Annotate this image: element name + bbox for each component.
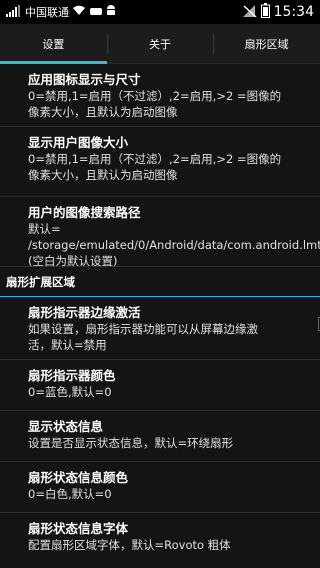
pref-show-status-info[interactable]: 显示状态信息 设置是否显示状态信息，默认=环绕扇形 (0, 411, 320, 462)
signal-icon (6, 4, 20, 20)
pref-title: 扇形指示器颜色 (28, 368, 116, 383)
notification-icon (89, 5, 103, 19)
tab-settings[interactable]: 设置 (0, 24, 107, 64)
tab-pie-area[interactable]: 扇形区域 (213, 24, 320, 63)
pref-edge-activation[interactable]: 扇形指示器边缘激活 如果设置，扇形指示器功能可以从屏幕边缘激活，默认=禁用 (0, 297, 320, 360)
status-bar: 中国联通 15:34 (0, 0, 320, 24)
battery-icon (260, 3, 270, 21)
pref-summary: 如果设置，扇形指示器功能可以从屏幕边缘激活，默认=禁用 (28, 322, 258, 352)
pref-title: 显示用户图像大小 (28, 135, 129, 150)
pref-title: 应用图标显示与尺寸 (28, 72, 141, 87)
pref-title: 扇形指示器边缘激活 (28, 305, 141, 320)
pref-user-image-size[interactable]: 显示用户图像大小 0=禁用,1=启用（不过滤）,2=启用,>2 =图像的像素大小… (0, 127, 320, 197)
preferences-list: 应用图标显示与尺寸 0=禁用,1=启用（不过滤）,2=启用,>2 =图像的像素大… (0, 64, 320, 568)
tab-about[interactable]: 关于 (106, 24, 214, 63)
pref-status-info-color[interactable]: 扇形状态信息颜色 0=白色,默认=0 (0, 462, 320, 513)
pref-summary: 设置是否显示状态信息，默认=环绕扇形 (28, 436, 234, 450)
pref-summary: 0=白色,默认=0 (28, 487, 112, 501)
carrier-label: 中国联通 (25, 6, 69, 19)
category-header: 扇形扩展区域 (0, 267, 320, 297)
pref-summary: 0=禁用,1=启用（不过滤）,2=启用,>2 =图像的像素大小，且默认为启动图像 (28, 152, 282, 182)
wifi-icon (72, 5, 86, 19)
pref-summary: 0=蓝色,默认=0 (28, 385, 112, 399)
pref-summary: 配置扇形区域字体，默认=Rovoto 粗体 (28, 538, 231, 552)
pref-summary: 默认= /storage/emulated/0/Android/data/com… (28, 222, 320, 268)
pref-status-info-font[interactable]: 扇形状态信息字体 配置扇形区域字体，默认=Rovoto 粗体 (0, 513, 320, 563)
pref-title: 扇形状态信息字体 (28, 521, 129, 536)
pref-title: 用户的图像搜索路径 (28, 205, 141, 220)
clock: 15:34 (273, 4, 314, 20)
tab-bar: 设置 关于 扇形区域 (0, 24, 320, 64)
pref-title: 显示状态信息 (28, 419, 104, 434)
pref-indicator-color[interactable]: 扇形指示器颜色 0=蓝色,默认=0 (0, 360, 320, 411)
pref-app-icon-size[interactable]: 应用图标显示与尺寸 0=禁用,1=启用（不过滤）,2=启用,>2 =图像的像素大… (0, 64, 320, 127)
pref-image-search-path[interactable]: 用户的图像搜索路径 默认= /storage/emulated/0/Androi… (0, 197, 320, 268)
android-icon (106, 5, 116, 19)
pref-summary: 0=禁用,1=启用（不过滤）,2=启用,>2 =图像的像素大小，且默认为启动图像 (28, 89, 282, 119)
no-signal-icon (242, 4, 257, 20)
pref-title: 扇形状态信息颜色 (28, 470, 129, 485)
